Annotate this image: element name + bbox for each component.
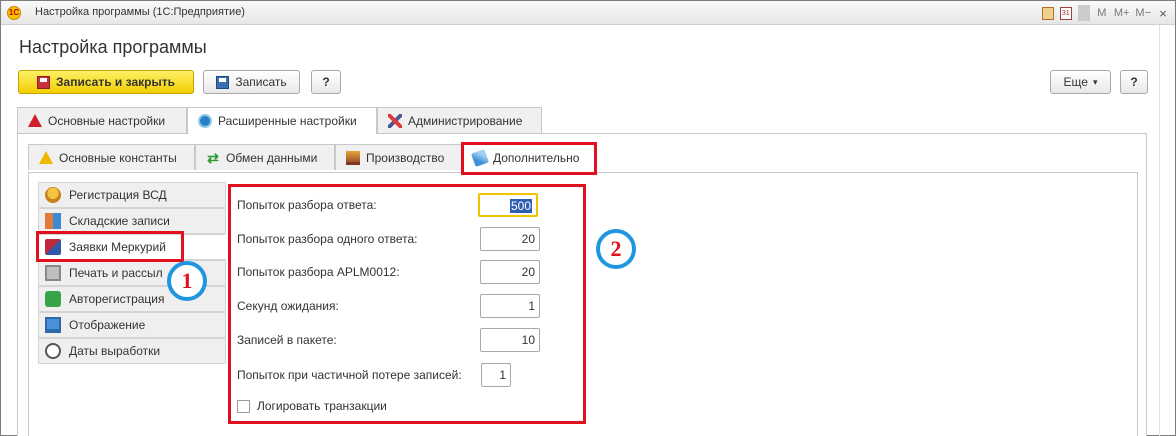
- batch-size-input[interactable]: 10: [480, 328, 540, 352]
- tab-label: Основные константы: [59, 150, 177, 165]
- tab-label: Производство: [366, 150, 445, 165]
- printer-icon: [45, 265, 61, 281]
- tab-data-exchange[interactable]: ⇄ Обмен данными: [195, 144, 335, 170]
- boxes-icon: [45, 213, 61, 229]
- settings-window: 1С Настройка программы (1С:Предприятие) …: [0, 0, 1176, 436]
- annotation-badge-1: 1: [167, 261, 207, 301]
- memory-minus-button[interactable]: M−: [1135, 7, 1151, 19]
- aplm-parse-attempts-input[interactable]: 20: [480, 260, 540, 284]
- tab-label: Основные настройки: [48, 113, 166, 128]
- tab-additional[interactable]: Дополнительно: [462, 144, 596, 171]
- field-row: Секунд ожидания: 1: [237, 294, 577, 318]
- brush-icon: [471, 149, 489, 167]
- page-title: Настройка программы: [19, 37, 207, 57]
- memory-m-button[interactable]: M: [1096, 7, 1108, 19]
- sidebar-item-label: Регистрация ВСД: [69, 188, 167, 202]
- wait-seconds-input[interactable]: 1: [480, 294, 540, 318]
- sidebar-item-mercury-requests[interactable]: Заявки Меркурий: [38, 234, 226, 260]
- field-row: Попыток разбора ответа: 500: [237, 193, 577, 217]
- app-logo-icon: 1С: [7, 6, 21, 20]
- tab-extended-settings[interactable]: Расширенные настройки: [187, 107, 377, 134]
- field-label: Попыток разбора ответа:: [237, 198, 377, 212]
- log-transactions-checkbox[interactable]: [237, 399, 250, 413]
- sidebar-item-label: Складские записи: [69, 214, 170, 228]
- title-bar-controls: 31 M M+ M− ×: [1036, 4, 1169, 22]
- save-label: Записать: [235, 75, 287, 89]
- field-label: Секунд ожидания:: [237, 299, 339, 313]
- admin-tools-icon: [388, 113, 402, 128]
- window-title: Настройка программы (1С:Предприятие): [35, 6, 245, 18]
- calculator-icon[interactable]: [1041, 6, 1054, 20]
- monitor-icon: [45, 317, 61, 333]
- extended-settings-icon: [198, 114, 212, 128]
- title-bar: 1С Настройка программы (1С:Предприятие) …: [1, 1, 1175, 25]
- annotation-badge-2: 2: [596, 229, 636, 269]
- sync-icon: ⇄: [207, 149, 219, 166]
- cube-icon: [45, 239, 61, 255]
- field-value: 500: [509, 199, 532, 213]
- tab-administration[interactable]: Администрирование: [377, 107, 542, 133]
- tab-production[interactable]: Производство: [335, 144, 462, 170]
- memory-plus-button[interactable]: M+: [1114, 7, 1130, 19]
- tab-label: Расширенные настройки: [218, 114, 357, 128]
- tab-label: Обмен данными: [226, 150, 318, 165]
- help-button-right[interactable]: ?: [1120, 70, 1148, 94]
- close-icon[interactable]: ×: [1157, 6, 1169, 21]
- help-button[interactable]: ?: [311, 70, 341, 94]
- tab-label: Дополнительно: [493, 151, 580, 165]
- sidebar-item-label: Авторегистрация: [69, 292, 165, 306]
- tab-basic-settings[interactable]: Основные настройки: [17, 107, 187, 133]
- tab-basic-constants[interactable]: Основные константы: [28, 144, 195, 170]
- medal-icon: [45, 187, 61, 203]
- field-row: Попыток разбора одного ответа: 20: [237, 227, 577, 251]
- more-button[interactable]: Еще ▾: [1050, 70, 1111, 94]
- single-parse-attempts-input[interactable]: 20: [480, 227, 540, 251]
- clock-icon: [45, 343, 61, 359]
- field-label: Записей в пакете:: [237, 333, 337, 347]
- warning-red-icon: [28, 114, 42, 127]
- save-button[interactable]: Записать: [203, 70, 300, 94]
- window-edge-divider: [1159, 25, 1160, 436]
- calendar-icon[interactable]: 31: [1059, 6, 1072, 20]
- parse-attempts-input[interactable]: 500: [478, 193, 538, 217]
- check-icon: [45, 291, 61, 307]
- sidebar-item-label: Печать и рассыл: [69, 266, 163, 280]
- save-and-close-button[interactable]: Записать и закрыть: [18, 70, 194, 94]
- sidebar-item-label: Отображение: [69, 318, 146, 332]
- log-transactions-row[interactable]: Логировать транзакции: [237, 394, 577, 418]
- sidebar-item-vsd-registration[interactable]: Регистрация ВСД: [38, 182, 226, 208]
- field-label: Попыток при частичной потере записей:: [237, 368, 462, 382]
- checkbox-label: Логировать транзакции: [257, 399, 387, 413]
- partial-loss-attempts-input[interactable]: 1: [481, 363, 511, 387]
- sidebar-item-warehouse-records[interactable]: Складские записи: [38, 208, 226, 234]
- field-label: Попыток разбора одного ответа:: [237, 232, 418, 246]
- save-icon: [216, 75, 230, 89]
- field-row: Попыток разбора APLM0012: 20: [237, 260, 577, 284]
- sidebar-item-production-dates[interactable]: Даты выработки: [38, 338, 226, 364]
- tab-label: Администрирование: [408, 113, 523, 128]
- chevron-down-icon: ▾: [1092, 76, 1098, 87]
- sidebar-item-label: Даты выработки: [69, 344, 161, 358]
- more-label: Еще: [1063, 75, 1088, 89]
- separator: [1077, 5, 1090, 21]
- sidebar-item-label: Заявки Меркурий: [69, 240, 166, 254]
- warning-yellow-icon: [39, 151, 53, 164]
- save-and-close-label: Записать и закрыть: [56, 75, 175, 89]
- save-icon: [37, 75, 51, 89]
- sidebar-item-display[interactable]: Отображение: [38, 312, 226, 338]
- field-label: Попыток разбора APLM0012:: [237, 265, 400, 279]
- field-row: Попыток при частичной потере записей: 1: [237, 363, 577, 387]
- factory-icon: [346, 150, 360, 165]
- field-row: Записей в пакете: 10: [237, 328, 577, 352]
